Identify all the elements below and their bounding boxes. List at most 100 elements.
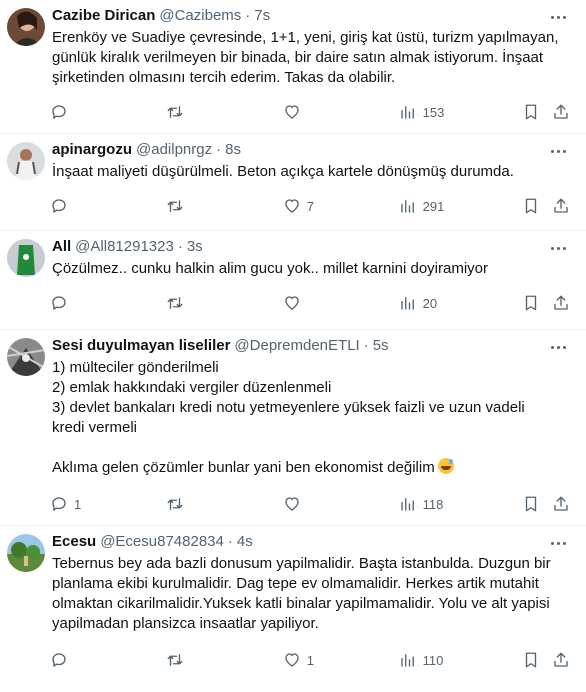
views-button[interactable]: 118 [399, 495, 523, 513]
views-button[interactable]: 153 [399, 103, 523, 121]
bookmark-button[interactable] [522, 103, 552, 121]
views-button[interactable]: 291 [399, 197, 523, 215]
retweet-icon [167, 297, 183, 309]
timestamp[interactable]: 8s [225, 140, 241, 160]
share-icon [554, 295, 568, 310]
retweet-icon [167, 498, 183, 510]
more-icon[interactable] [546, 338, 570, 356]
more-icon[interactable] [546, 239, 570, 257]
tweet-text-line: 1) mülteciler gönderilmeli [52, 359, 219, 376]
views-button[interactable]: 20 [399, 294, 523, 312]
user-handle[interactable]: @Cazibems [159, 6, 241, 26]
heart-icon [285, 105, 299, 119]
reply-button[interactable]: 1 [50, 495, 166, 513]
like-button[interactable]: 7 [283, 197, 399, 215]
separator: · [177, 238, 183, 255]
views-icon [400, 200, 414, 213]
action-bar: 20 [50, 283, 572, 323]
tweet[interactable]: All @All81291323 · 3s Çözülmez.. cunku h… [0, 231, 586, 330]
display-name[interactable]: Sesi duyulmayan liseliler [52, 336, 230, 356]
separator: · [363, 337, 369, 354]
user-handle[interactable]: @adilpnrgz [136, 140, 212, 160]
timestamp[interactable]: 5s [373, 336, 389, 356]
like-button[interactable] [283, 103, 399, 121]
action-bar: 7 291 [50, 186, 572, 226]
tweet-text-line: olmaktan cikarilmalidir.Yuksek katli bin… [52, 595, 550, 612]
separator: · [245, 7, 251, 24]
like-button[interactable] [283, 294, 399, 312]
tweet-text: Erenköy ve Suadiye çevresinde, 1+1, yeni… [52, 28, 572, 88]
user-handle[interactable]: @DepremdenETLI [234, 336, 359, 356]
reply-button[interactable] [50, 294, 166, 312]
tweet-header: Cazibe Dirican @Cazibems · 7s [52, 6, 572, 26]
like-button[interactable] [283, 495, 399, 513]
more-icon[interactable] [546, 8, 570, 26]
tweet[interactable]: Cazibe Dirican @Cazibems · 7s Erenköy ve… [0, 0, 586, 134]
share-button[interactable] [552, 197, 572, 215]
tweet[interactable]: apinargozu @adilpnrgz · 8s İnşaat maliye… [0, 134, 586, 231]
tweet-text-line-content: Aklıma gelen çözümler bunlar yani ben ek… [52, 459, 435, 476]
views-count: 291 [422, 198, 445, 214]
more-icon[interactable] [546, 142, 570, 160]
reply-icon [52, 653, 66, 667]
tweet[interactable]: Ecesu @Ecesu87482834 · 4s Tebernus bey a… [0, 526, 586, 690]
timestamp[interactable]: 3s [187, 237, 203, 257]
separator: · [216, 141, 222, 158]
views-count: 153 [422, 104, 445, 120]
retweet-icon [167, 200, 183, 212]
bookmark-icon [526, 104, 537, 120]
retweet-button[interactable] [166, 294, 283, 312]
tweet-header: Ecesu @Ecesu87482834 · 4s [52, 532, 572, 552]
heart-icon [285, 497, 299, 511]
reply-button[interactable] [50, 103, 166, 121]
tweet-header: apinargozu @adilpnrgz · 8s [52, 140, 572, 160]
timestamp[interactable]: 7s [254, 6, 270, 26]
avatar[interactable] [7, 142, 45, 180]
tweet-header: Sesi duyulmayan liseliler @DepremdenETLI… [52, 336, 572, 356]
heart-icon [285, 653, 299, 667]
avatar[interactable] [7, 534, 45, 572]
retweet-button[interactable] [166, 197, 283, 215]
action-bar: 1 118 [50, 484, 572, 524]
reply-icon [52, 199, 66, 213]
bookmark-button[interactable] [522, 294, 552, 312]
avatar[interactable] [7, 8, 45, 46]
more-icon[interactable] [546, 534, 570, 552]
tweet-text-line: Aklıma gelen çözümler bunlar yani ben ek… [52, 458, 560, 478]
avatar[interactable] [7, 239, 45, 277]
like-button[interactable]: 1 [283, 651, 399, 669]
bookmark-button[interactable] [522, 197, 552, 215]
bookmark-button[interactable] [522, 495, 552, 513]
display-name[interactable]: All [52, 237, 71, 257]
reply-button[interactable] [50, 197, 166, 215]
heart-icon [285, 199, 299, 213]
retweet-icon [167, 654, 183, 666]
share-button[interactable] [552, 294, 572, 312]
share-icon [554, 496, 568, 511]
retweet-button[interactable] [166, 495, 283, 513]
action-bar: 1 110 [50, 640, 572, 680]
share-button[interactable] [552, 495, 572, 513]
views-count: 118 [422, 496, 444, 512]
retweet-button[interactable] [166, 103, 283, 121]
tweet[interactable]: Sesi duyulmayan liseliler @DepremdenETLI… [0, 330, 586, 526]
views-icon [400, 106, 414, 119]
views-icon [400, 297, 414, 310]
display-name[interactable]: Cazibe Dirican [52, 6, 155, 26]
reply-button[interactable] [50, 651, 166, 669]
tweet-text: Tebernus bey ada bazli donusum yapilmali… [52, 554, 572, 634]
display-name[interactable]: Ecesu [52, 532, 96, 552]
share-button[interactable] [552, 103, 572, 121]
display-name[interactable]: apinargozu [52, 140, 132, 160]
user-handle[interactable]: @All81291323 [75, 237, 174, 257]
retweet-button[interactable] [166, 651, 283, 669]
avatar[interactable] [7, 338, 45, 376]
bookmark-button[interactable] [522, 651, 552, 669]
timestamp[interactable]: 4s [237, 532, 253, 552]
user-handle[interactable]: @Ecesu87482834 [100, 532, 224, 552]
separator: · [227, 533, 233, 550]
views-button[interactable]: 110 [399, 651, 523, 669]
tweet-text-line: Çözülmez.. cunku halkin alim gucu yok.. … [52, 260, 488, 277]
share-button[interactable] [552, 651, 572, 669]
sweat-smile-emoji [437, 458, 454, 474]
